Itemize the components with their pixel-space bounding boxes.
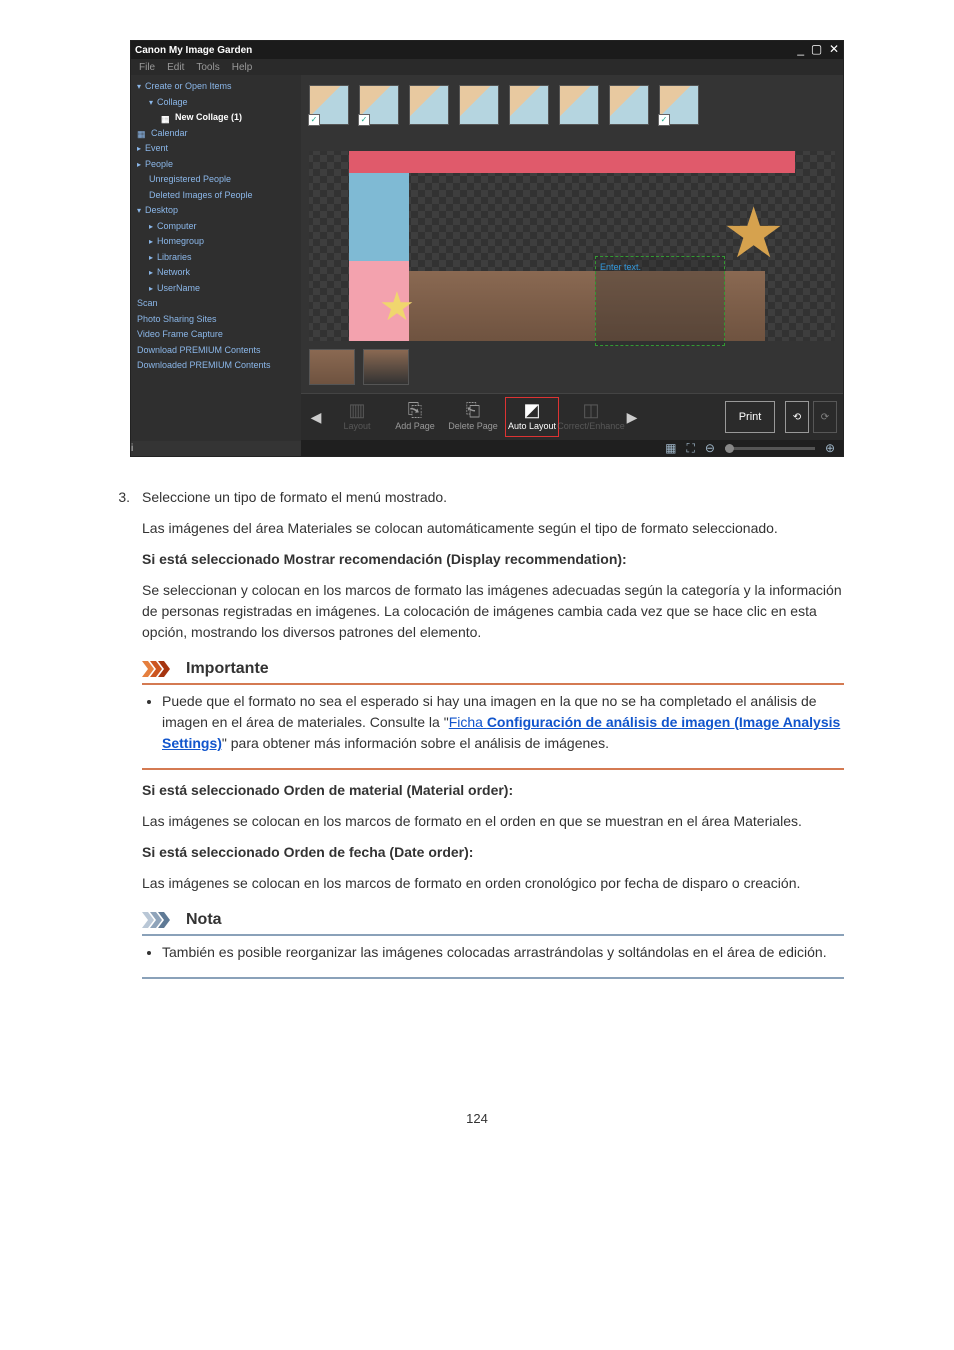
sidebar-item[interactable]: Event: [137, 141, 297, 157]
document-content: 3. Seleccione un tipo de formato el menú…: [110, 487, 844, 989]
sidebar-item[interactable]: Photo Sharing Sites: [137, 312, 297, 328]
sidebar-item[interactable]: Libraries: [137, 250, 297, 266]
view-grid-icon[interactable]: ▦: [665, 439, 676, 457]
info-icon: i: [131, 443, 133, 454]
materials-strip: ✓ ✓ ✓: [301, 75, 843, 151]
status-bar: ▦ ⛶ ⊖ ⊕: [301, 440, 843, 456]
material-thumb[interactable]: [509, 85, 549, 125]
correct-enhance-button[interactable]: ◫Correct/Enhance: [565, 398, 617, 436]
sidebar-item[interactable]: Network: [137, 265, 297, 281]
menu-help[interactable]: Help: [232, 60, 253, 75]
zoom-in-icon[interactable]: ⊕: [825, 439, 835, 457]
sidebar-item[interactable]: Collage: [137, 95, 297, 111]
sidebar-item[interactable]: Downloaded PREMIUM Contents: [137, 358, 297, 374]
sidebar-item-selected[interactable]: ▦New Collage (1): [137, 110, 297, 126]
app-title: Canon My Image Garden: [135, 43, 252, 58]
minimize-icon[interactable]: _: [797, 43, 804, 55]
add-page-button[interactable]: ⎘Add Page: [389, 398, 441, 436]
material-thumb[interactable]: ✓: [309, 85, 349, 125]
fit-icon[interactable]: ⛶: [686, 439, 694, 457]
titlebar: Canon My Image Garden _ ▢ ✕: [131, 41, 843, 59]
window-controls: _ ▢ ✕: [793, 43, 839, 58]
paragraph: Las imágenes se colocan en los marcos de…: [142, 873, 844, 894]
subheading-material-order: Si está seleccionado Orden de material (…: [142, 780, 844, 801]
important-heading: Importante: [186, 657, 269, 681]
add-page-icon: ⎘: [408, 400, 422, 420]
note-heading: Nota: [186, 908, 222, 932]
note-bullet: También es posible reorganizar las imáge…: [162, 942, 844, 963]
zoom-out-icon[interactable]: ⊖: [705, 439, 715, 457]
step-3: 3. Seleccione un tipo de formato el menú…: [110, 487, 844, 989]
note-block: También es posible reorganizar las imáge…: [142, 942, 844, 979]
menubar: File Edit Tools Help: [131, 59, 843, 75]
important-heading-bar: Importante: [142, 657, 844, 685]
sidebar-item[interactable]: Computer: [137, 219, 297, 235]
redo-button[interactable]: ⟳: [813, 401, 837, 433]
material-thumb[interactable]: ✓: [359, 85, 399, 125]
star-icon: ★: [722, 181, 785, 286]
app-screenshot: Canon My Image Garden _ ▢ ✕ File Edit To…: [130, 40, 844, 457]
sidebar: Create or Open Items Collage ▦New Collag…: [131, 75, 301, 456]
sidebar-item[interactable]: Homegroup: [137, 234, 297, 250]
delete-page-button[interactable]: ⎗Delete Page: [447, 398, 499, 436]
step-title: Seleccione un tipo de formato el menú mo…: [142, 487, 844, 508]
sidebar-item[interactable]: Unregistered People: [137, 172, 297, 188]
auto-layout-icon: ◩: [523, 400, 540, 420]
sidebar-item[interactable]: Create or Open Items: [137, 79, 297, 95]
collage-editor[interactable]: ★ ★ Enter text.: [309, 151, 835, 341]
sidebar-item[interactable]: Scan: [137, 296, 297, 312]
sidebar-info[interactable]: i: [131, 441, 301, 456]
star-icon: ★: [379, 277, 415, 337]
menu-edit[interactable]: Edit: [167, 60, 184, 75]
paragraph: Se seleccionan y colocan en los marcos d…: [142, 580, 844, 643]
sidebar-item[interactable]: Deleted Images of People: [137, 188, 297, 204]
menu-tools[interactable]: Tools: [196, 60, 219, 75]
paragraph: Las imágenes se colocan en los marcos de…: [142, 811, 844, 832]
bottom-toolbar: ◀ ▥Layout ⎘Add Page ⎗Delete Page ◩Auto L…: [301, 393, 843, 440]
prev-btn[interactable]: ◀: [307, 398, 325, 436]
page-strip: [301, 349, 843, 393]
chevrons-icon: [142, 912, 178, 928]
main-area: ✓ ✓ ✓ ★ ★: [301, 75, 843, 456]
material-thumb[interactable]: [609, 85, 649, 125]
page-thumb[interactable]: [363, 349, 409, 385]
check-icon: ✓: [358, 114, 370, 126]
sidebar-item[interactable]: Desktop: [137, 203, 297, 219]
menu-file[interactable]: File: [139, 60, 155, 75]
important-block: Puede que el formato no sea el esperado …: [142, 691, 844, 770]
important-bullet: Puede que el formato no sea el esperado …: [162, 691, 844, 754]
layout-button[interactable]: ▥Layout: [331, 398, 383, 436]
material-thumb[interactable]: ✓: [659, 85, 699, 125]
undo-button[interactable]: ⟲: [785, 401, 809, 433]
sidebar-item[interactable]: ▦Calendar: [137, 126, 297, 142]
enter-text-box[interactable]: Enter text.: [595, 256, 725, 346]
enhance-icon: ◫: [582, 400, 599, 420]
material-thumb[interactable]: [409, 85, 449, 125]
sidebar-item[interactable]: Download PREMIUM Contents: [137, 343, 297, 359]
page-thumb[interactable]: [309, 349, 355, 385]
chevrons-icon: [142, 661, 178, 677]
subheading-date-order: Si está seleccionado Orden de fecha (Dat…: [142, 842, 844, 863]
sidebar-item[interactable]: Video Frame Capture: [137, 327, 297, 343]
material-thumb[interactable]: [459, 85, 499, 125]
check-icon: ✓: [308, 114, 320, 126]
sidebar-item[interactable]: People: [137, 157, 297, 173]
maximize-icon[interactable]: ▢: [811, 43, 822, 55]
material-thumb[interactable]: [559, 85, 599, 125]
auto-layout-button[interactable]: ◩Auto Layout: [505, 397, 559, 437]
print-button[interactable]: Print: [725, 401, 775, 433]
step-number: 3.: [110, 487, 130, 989]
page-number: 124: [0, 1109, 954, 1129]
check-icon: ✓: [658, 114, 670, 126]
sidebar-item[interactable]: UserName: [137, 281, 297, 297]
subheading-display-recommendation: Si está seleccionado Mostrar recomendaci…: [142, 549, 844, 570]
close-icon[interactable]: ✕: [829, 43, 839, 55]
layout-icon: ▥: [348, 400, 365, 420]
step-paragraph: Las imágenes del área Materiales se colo…: [142, 518, 844, 539]
next-btn[interactable]: ▶: [623, 398, 641, 436]
zoom-slider[interactable]: [725, 447, 815, 450]
delete-page-icon: ⎗: [466, 400, 480, 420]
note-heading-bar: Nota: [142, 908, 844, 936]
